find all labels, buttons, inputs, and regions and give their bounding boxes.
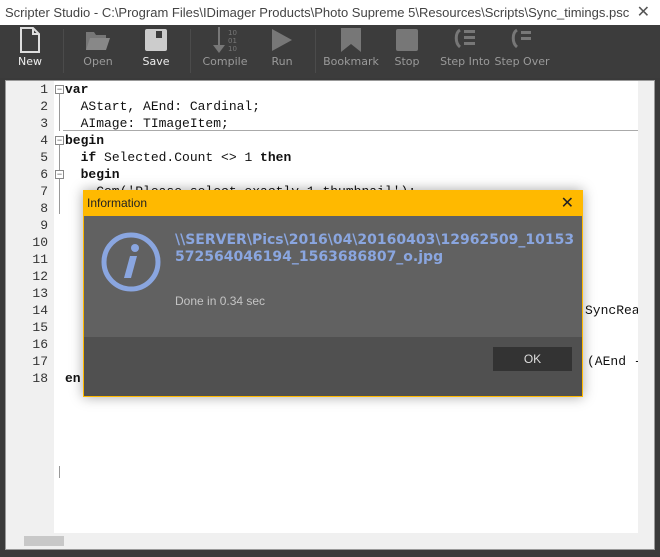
run-label: Run <box>271 55 293 68</box>
ok-button[interactable]: OK <box>493 347 572 371</box>
dialog-message: Done in 0.34 sec <box>175 294 266 308</box>
line-number: 4 <box>40 133 48 148</box>
compile-label: Compile <box>202 55 248 68</box>
line-number: 8 <box>40 201 48 216</box>
save-icon <box>134 25 178 55</box>
horizontal-scrollbar[interactable] <box>6 533 654 549</box>
line-number: 12 <box>32 269 48 284</box>
line-number: 7 <box>40 184 48 199</box>
code-line: AImage: TImageItem; <box>65 116 229 131</box>
fold-toggle[interactable]: − <box>55 170 64 179</box>
code-line: begin <box>65 133 105 148</box>
step-into-label: Step Into <box>440 55 490 68</box>
line-number: 5 <box>40 150 48 165</box>
step-over-icon <box>494 25 550 55</box>
save-label: Save <box>142 55 170 68</box>
code-line: (AEnd - <box>587 354 642 369</box>
bookmark-icon <box>322 25 380 55</box>
step-over-button[interactable]: Step Over <box>494 25 550 78</box>
info-icon <box>100 231 162 298</box>
svg-text:01: 01 <box>228 37 237 45</box>
step-into-button[interactable]: Step Into <box>438 25 492 78</box>
new-label: New <box>18 55 42 68</box>
line-number: 17 <box>32 354 48 369</box>
line-number: 15 <box>32 320 48 335</box>
compile-icon: 10 01 10 <box>200 25 250 55</box>
code-line: begin <box>65 167 120 182</box>
open-button[interactable]: Open <box>76 25 120 78</box>
play-icon <box>260 25 304 55</box>
new-button[interactable]: New <box>8 25 52 78</box>
line-number-gutter: 1 2 3 4 5 6 7 8 9 10 11 12 13 14 15 16 17 18 <box>6 81 54 536</box>
line-number: 2 <box>40 99 48 114</box>
code-line: SyncRea <box>585 303 640 318</box>
open-label: Open <box>83 55 113 68</box>
line-number: 16 <box>32 337 48 352</box>
vertical-scrollbar[interactable] <box>638 81 654 534</box>
close-icon[interactable]: ✕ <box>561 191 574 216</box>
title-bar: Scripter Studio - C:\Program Files\IDima… <box>0 0 660 25</box>
svg-text:10: 10 <box>228 29 237 37</box>
dialog-title-bar: Information ✕ <box>84 191 582 216</box>
toolbar: New Open Save 10 01 10 Compile Run Bookmar… <box>0 25 660 78</box>
line-number: 3 <box>40 116 48 131</box>
run-button[interactable]: Run <box>260 25 304 78</box>
stop-label: Stop <box>394 55 420 68</box>
information-dialog: Information ✕ \\SERVER\Pics\2016\04\2016… <box>83 190 583 397</box>
save-button[interactable]: Save <box>134 25 178 78</box>
code-line: AStart, AEnd: Cardinal; <box>65 99 261 114</box>
step-into-icon <box>438 25 492 55</box>
line-number: 6 <box>40 167 48 182</box>
line-number: 9 <box>40 218 48 233</box>
stop-icon <box>386 25 428 55</box>
code-line: var <box>65 82 89 97</box>
svg-text:10: 10 <box>228 45 237 53</box>
line-number: 10 <box>32 235 48 250</box>
new-file-icon <box>8 25 52 55</box>
dialog-title: Information <box>87 196 148 210</box>
code-line: en <box>65 371 81 386</box>
file-path: \\SERVER\Pics\2016\04\20160403\12962509_… <box>175 232 575 265</box>
fold-toggle[interactable]: − <box>55 85 64 94</box>
line-number: 18 <box>32 371 48 386</box>
compile-button[interactable]: 10 01 10 Compile <box>200 25 250 78</box>
code-line: if Selected.Count <> 1 then <box>65 150 292 165</box>
window-title: Scripter Studio - C:\Program Files\IDima… <box>5 5 630 20</box>
folder-open-icon <box>76 25 120 55</box>
close-icon[interactable]: ✕ <box>637 0 650 25</box>
line-number: 1 <box>40 82 48 97</box>
scroll-thumb[interactable] <box>24 536 64 546</box>
line-number: 14 <box>32 303 48 318</box>
step-over-label: Step Over <box>494 55 550 68</box>
line-number: 11 <box>32 252 48 267</box>
bookmark-button[interactable]: Bookmark <box>322 25 380 78</box>
stop-button[interactable]: Stop <box>386 25 428 78</box>
fold-toggle[interactable]: − <box>55 136 64 145</box>
bookmark-label: Bookmark <box>323 55 379 68</box>
line-number: 13 <box>32 286 48 301</box>
